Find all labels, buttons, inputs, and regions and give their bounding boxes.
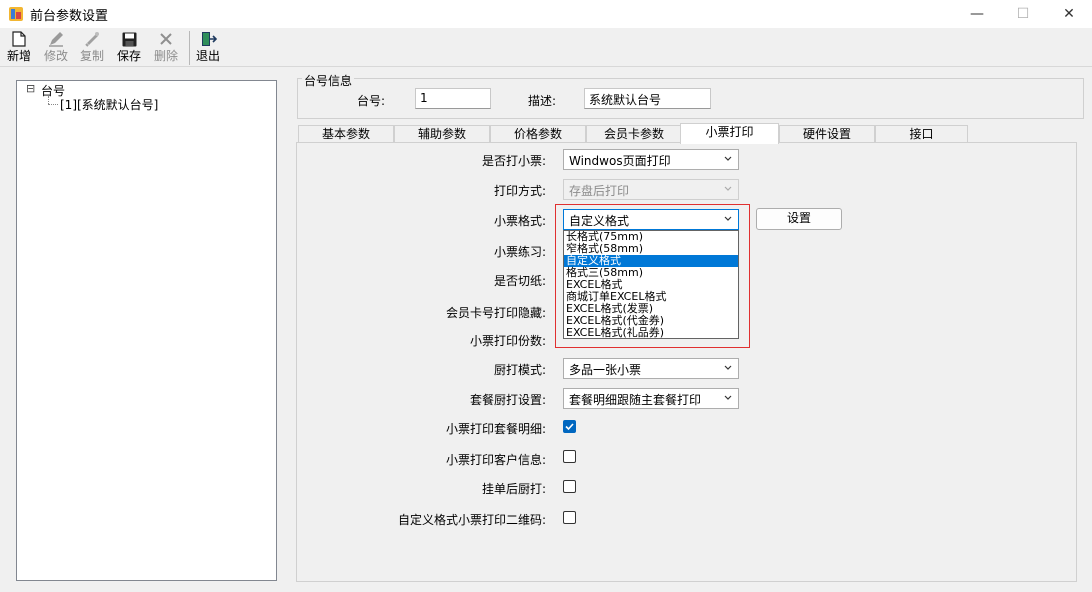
kitchen-mode-value: 多品一张小票	[569, 363, 642, 377]
close-button[interactable]: ✕	[1046, 0, 1092, 28]
window-title: 前台参数设置	[30, 9, 109, 24]
maximize-button[interactable]: ☐	[1000, 0, 1046, 28]
custom-qr-label: 自定义格式小票打印二维码:	[397, 513, 546, 527]
save-button-label: 保存	[116, 49, 141, 63]
exit-icon	[199, 31, 217, 47]
new-button-label: 新增	[6, 49, 31, 63]
cut-paper-label: 是否切纸:	[493, 274, 546, 288]
copy-icon	[83, 31, 101, 47]
station-desc-field[interactable]: 系统默认台号	[584, 88, 711, 109]
copy-button-label: 复制	[79, 49, 104, 63]
print-customer-checkbox[interactable]	[563, 450, 576, 463]
print-mode-select[interactable]: 存盘后打印	[563, 179, 739, 200]
delete-button-label: 删除	[153, 49, 178, 63]
chevron-down-icon	[724, 156, 732, 161]
edit-button-label: 修改	[43, 49, 68, 63]
kitchen-mode-label: 厨打模式:	[493, 363, 546, 377]
print-mode-label: 打印方式:	[493, 184, 546, 198]
copy-button[interactable]: 复制	[75, 31, 109, 65]
exit-button-label: 退出	[195, 49, 220, 63]
edit-icon	[47, 31, 65, 47]
tab-price-params[interactable]: 价格参数	[490, 125, 586, 143]
minimize-button[interactable]: —	[954, 0, 1000, 28]
tree-collapse-toggle[interactable]: ⊟	[26, 82, 35, 95]
tree-connector-h	[48, 104, 58, 105]
tab-hardware-settings[interactable]: 硬件设置	[779, 125, 875, 143]
station-tree[interactable]	[16, 80, 277, 581]
copies-label: 小票打印份数:	[469, 334, 546, 348]
print-receipt-value: Windwos页面打印	[569, 154, 671, 168]
station-number-label: 台号:	[357, 94, 386, 108]
set-kitchen-value: 套餐明细跟随主套餐打印	[569, 393, 702, 407]
hide-card-label: 会员卡号打印隐藏:	[445, 306, 546, 320]
receipt-format-dropdown-list[interactable]: 长格式(75mm) 窄格式(58mm) 自定义格式 格式三(58mm) EXCE…	[563, 230, 739, 339]
toolbar-separator	[189, 31, 190, 65]
tab-receipt-print[interactable]: 小票打印	[680, 123, 779, 144]
chevron-down-icon	[724, 186, 732, 191]
kitchen-after-hold-checkbox[interactable]	[563, 480, 576, 493]
station-number-field[interactable]: 1	[415, 88, 491, 109]
app-icon	[8, 6, 24, 22]
format-settings-button[interactable]: 设置	[756, 208, 842, 230]
print-receipt-select[interactable]: Windwos页面打印	[563, 149, 739, 170]
save-button[interactable]: 保存	[112, 31, 146, 65]
receipt-format-select[interactable]: 自定义格式	[563, 209, 739, 230]
checkmark-icon	[565, 423, 574, 431]
title-bar: 前台参数设置 — ☐ ✕	[0, 0, 1092, 28]
custom-qr-checkbox[interactable]	[563, 511, 576, 524]
station-desc-label: 描述:	[528, 94, 557, 108]
set-kitchen-label: 套餐厨打设置:	[469, 393, 546, 407]
tab-interface[interactable]: 接口	[875, 125, 968, 143]
print-set-detail-label: 小票打印套餐明细:	[445, 422, 546, 436]
print-customer-label: 小票打印客户信息:	[445, 453, 546, 467]
tab-basic-params[interactable]: 基本参数	[298, 125, 394, 143]
chevron-down-icon	[724, 216, 732, 221]
exit-button[interactable]: 退出	[191, 31, 225, 65]
print-receipt-label: 是否打小票:	[481, 154, 546, 168]
receipt-format-label: 小票格式:	[493, 214, 546, 228]
station-info-title: 台号信息	[302, 72, 355, 89]
set-kitchen-select[interactable]: 套餐明细跟随主套餐打印	[563, 388, 739, 409]
new-file-icon	[10, 31, 28, 47]
receipt-practice-label: 小票练习:	[493, 245, 546, 259]
edit-button[interactable]: 修改	[39, 31, 73, 65]
tab-aux-params[interactable]: 辅助参数	[394, 125, 490, 143]
chevron-down-icon	[724, 395, 732, 400]
save-icon	[120, 31, 138, 47]
print-set-detail-checkbox[interactable]	[563, 420, 576, 433]
kitchen-mode-select[interactable]: 多品一张小票	[563, 358, 739, 379]
delete-button[interactable]: 删除	[149, 31, 183, 65]
print-mode-value: 存盘后打印	[569, 184, 630, 198]
tree-item-default-station[interactable]: [1][系统默认台号]	[60, 96, 158, 113]
tab-member-card-params[interactable]: 会员卡参数	[586, 125, 682, 143]
kitchen-after-hold-label: 挂单后厨打:	[481, 482, 546, 496]
dropdown-option[interactable]: EXCEL格式(礼品券)	[564, 327, 738, 339]
tree-connector	[48, 96, 49, 104]
delete-icon	[157, 31, 175, 47]
receipt-format-value: 自定义格式	[569, 214, 630, 228]
new-button[interactable]: 新增	[2, 31, 36, 65]
chevron-down-icon	[724, 365, 732, 370]
